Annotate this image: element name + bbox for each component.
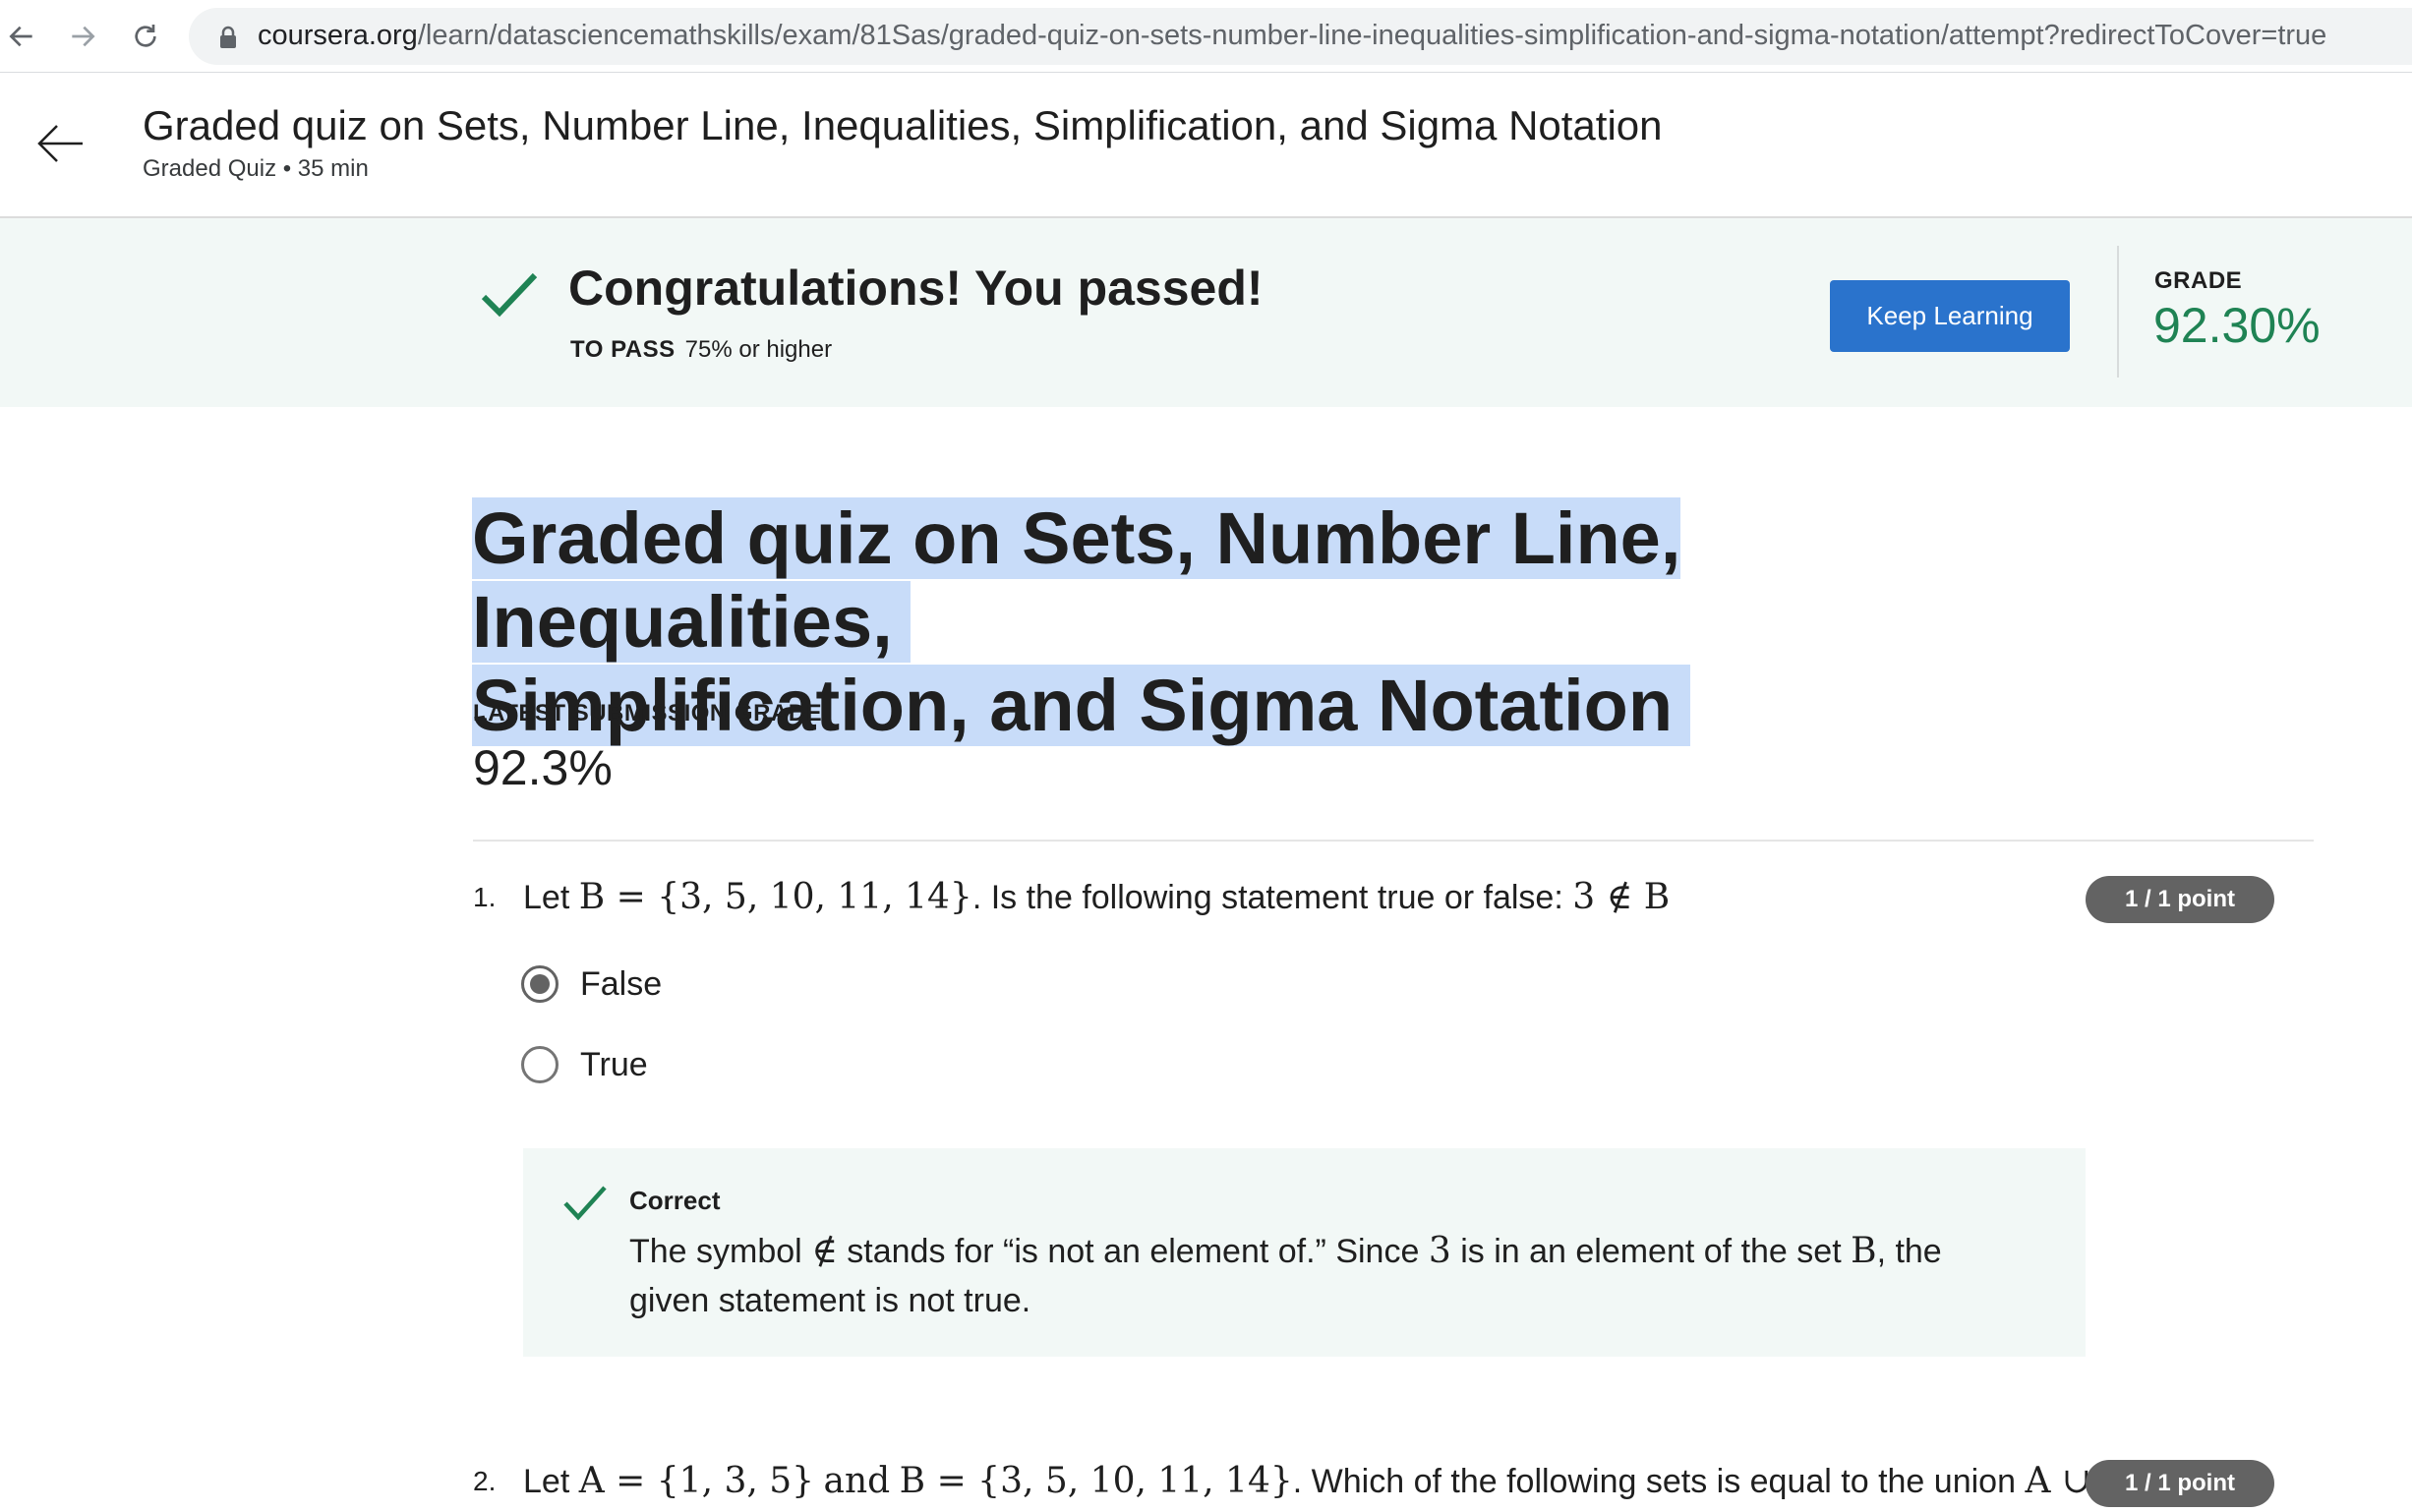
math-expression: B = {3, 5, 10, 11, 14} xyxy=(578,877,972,917)
browser-toolbar: coursera.org/learn/datasciencemathskills… xyxy=(0,0,2412,73)
answer-option[interactable]: False xyxy=(521,960,662,1009)
radio-unselected-icon[interactable] xyxy=(521,1046,559,1083)
passed-banner: Congratulations! You passed! TO PASS 75% … xyxy=(0,218,2412,407)
header-title: Graded quiz on Sets, Number Line, Inequa… xyxy=(143,102,1663,148)
radio-selected-icon[interactable] xyxy=(521,965,559,1003)
question-text-part: . Is the following statement true or fal… xyxy=(971,879,1563,916)
latest-grade-value: 92.3% xyxy=(473,740,613,795)
grade-label: GRADE xyxy=(2154,267,2243,294)
browser-reload-icon[interactable] xyxy=(126,17,165,56)
question-text-part: . Which of the following sets is equal t… xyxy=(1292,1463,2016,1500)
question-text: Let B = {3, 5, 10, 11, 14}. Is the follo… xyxy=(523,877,1670,917)
to-pass-info: TO PASS 75% or higher xyxy=(570,336,832,364)
lock-icon xyxy=(220,26,236,48)
checkmark-icon xyxy=(481,272,538,318)
question-text-part: Let xyxy=(523,1463,570,1500)
math-expression: B = {3, 5, 10, 11, 14} xyxy=(899,1461,1293,1501)
math-expression: 3 xyxy=(1428,1231,1451,1271)
math-expression: and xyxy=(823,1461,891,1501)
question-number: 1. xyxy=(473,882,497,912)
feedback-text-part: is in an element of the set xyxy=(1460,1233,1842,1270)
feedback-text: The symbol ∉ stands for “is not an eleme… xyxy=(629,1227,2026,1325)
browser-back-icon[interactable] xyxy=(2,17,41,56)
grade-value: 92.30% xyxy=(2153,298,2321,353)
option-label: False xyxy=(580,964,663,1003)
url-text[interactable]: coursera.org/learn/datasciencemathskills… xyxy=(258,20,2326,52)
points-badge: 1 / 1 point xyxy=(2086,876,2274,923)
keep-learning-button[interactable]: Keep Learning xyxy=(1830,280,2070,352)
feedback-box: Correct The symbol ∉ stands for “is not … xyxy=(523,1148,2086,1357)
header-subtitle: Graded Quiz • 35 min xyxy=(143,155,369,182)
page-header: Graded quiz on Sets, Number Line, Inequa… xyxy=(0,73,2412,218)
divider xyxy=(473,840,2314,842)
question-text-part: Let xyxy=(523,879,570,916)
back-arrow-icon[interactable] xyxy=(33,116,88,171)
to-pass-value: 75% or higher xyxy=(684,336,833,363)
question-text: Let A = {1, 3, 5} and B = {3, 5, 10, 11,… xyxy=(523,1461,2147,1501)
latest-grade-label: LATEST SUBMISSION GRADE xyxy=(473,700,823,727)
math-expression: B xyxy=(1851,1231,1877,1271)
browser-forward-icon[interactable] xyxy=(63,17,102,56)
url-path: /learn/datasciencemathskills/exam/81Sas/… xyxy=(417,20,2327,51)
question-number: 2. xyxy=(473,1466,497,1496)
divider xyxy=(2117,246,2119,378)
math-expression: ∉ xyxy=(811,1231,838,1271)
url-host: coursera.org xyxy=(258,20,418,51)
quiz-title-line1: Graded quiz on Sets, Number Line, Inequa… xyxy=(472,497,1681,663)
points-badge: 1 / 1 point xyxy=(2086,1460,2274,1507)
feedback-status: Correct xyxy=(629,1186,721,1215)
feedback-text-part: stands for “is not an element of.” Since xyxy=(847,1233,1420,1270)
answer-option[interactable]: True xyxy=(521,1040,648,1089)
feedback-text-part: The symbol xyxy=(629,1233,802,1270)
checkmark-icon xyxy=(563,1186,607,1221)
option-label: True xyxy=(580,1045,648,1083)
math-expression: A = {1, 3, 5} xyxy=(578,1461,815,1501)
passed-heading: Congratulations! You passed! xyxy=(568,261,1264,316)
to-pass-label: TO PASS xyxy=(570,336,676,363)
math-expression: 3 ∉ B xyxy=(1572,877,1671,917)
